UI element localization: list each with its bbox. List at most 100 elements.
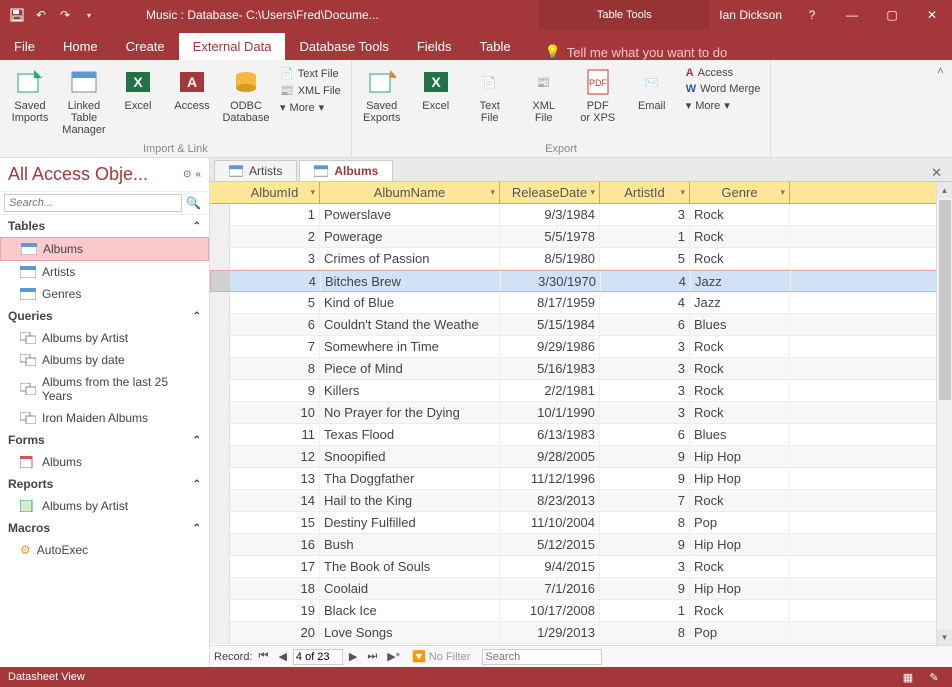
cell-albumname[interactable]: Snoopified	[320, 446, 500, 467]
cell-genre[interactable]: Hip Hop	[690, 446, 790, 467]
tab-home[interactable]: Home	[49, 33, 112, 60]
nav-item-form[interactable]: Albums	[0, 451, 209, 473]
search-icon[interactable]: 🔍	[182, 196, 205, 210]
cell-albumname[interactable]: The Book of Souls	[320, 556, 500, 577]
cell-albumname[interactable]: Couldn't Stand the Weathe	[320, 314, 500, 335]
nav-section-reports[interactable]: Reports⌃	[0, 473, 209, 495]
cell-artistid[interactable]: 9	[600, 468, 690, 489]
cell-artistid[interactable]: 9	[600, 534, 690, 555]
doctab-albums[interactable]: Albums	[299, 160, 393, 181]
cell-albumname[interactable]: Piece of Mind	[320, 358, 500, 379]
collapse-icon[interactable]: ⌃	[193, 523, 201, 534]
table-row[interactable]: 19 Black Ice 10/17/2008 1 Rock	[210, 600, 952, 622]
cell-releasedate[interactable]: 9/3/1984	[500, 204, 600, 225]
cell-artistid[interactable]: 9	[600, 446, 690, 467]
row-selector[interactable]	[210, 380, 230, 401]
row-selector[interactable]	[210, 512, 230, 533]
export-excel-button[interactable]: XExcel	[412, 64, 460, 112]
col-albumname[interactable]: AlbumName▾	[320, 182, 500, 203]
cell-genre[interactable]: Rock	[690, 248, 790, 269]
export-text-button[interactable]: 📄Text File	[466, 64, 514, 124]
cell-albumid[interactable]: 13	[230, 468, 320, 489]
scroll-thumb[interactable]	[939, 200, 951, 400]
row-selector[interactable]	[210, 336, 230, 357]
tell-me-search[interactable]: 💡Tell me what you want to do	[525, 44, 952, 60]
cell-albumid[interactable]: 19	[230, 600, 320, 621]
table-row[interactable]: 3 Crimes of Passion 8/5/1980 5 Rock	[210, 248, 952, 270]
nav-search-input[interactable]	[4, 194, 182, 212]
cell-releasedate[interactable]: 7/1/2016	[500, 578, 600, 599]
redo-icon[interactable]: ↷	[54, 4, 76, 26]
import-excel-button[interactable]: XExcel	[114, 64, 162, 112]
tab-table[interactable]: Table	[466, 33, 525, 60]
cell-artistid[interactable]: 3	[600, 556, 690, 577]
dropdown-icon[interactable]: ▾	[780, 187, 785, 198]
cell-genre[interactable]: Rock	[690, 358, 790, 379]
cell-albumid[interactable]: 20	[230, 622, 320, 643]
cell-albumname[interactable]: Black Ice	[320, 600, 500, 621]
cell-albumname[interactable]: Love Songs	[320, 622, 500, 643]
table-row[interactable]: 10 No Prayer for the Dying 10/1/1990 3 R…	[210, 402, 952, 424]
cell-genre[interactable]: Rock	[690, 402, 790, 423]
collapse-icon[interactable]: ⌃	[193, 221, 201, 232]
nav-collapse-icon[interactable]: «	[195, 169, 201, 180]
table-row[interactable]: 17 The Book of Souls 9/4/2015 3 Rock	[210, 556, 952, 578]
export-email-button[interactable]: ✉️Email	[628, 64, 676, 112]
cell-genre[interactable]: Blues	[690, 314, 790, 335]
col-artistid[interactable]: ArtistId▾	[600, 182, 690, 203]
cell-albumid[interactable]: 5	[230, 292, 320, 313]
datasheet-view-button[interactable]: ▦	[898, 671, 918, 684]
row-selector[interactable]	[210, 292, 230, 313]
cell-releasedate[interactable]: 5/12/2015	[500, 534, 600, 555]
user-name[interactable]: Ian Dickson	[709, 8, 792, 22]
nav-item-query[interactable]: Albums by Artist	[0, 327, 209, 349]
dropdown-icon[interactable]: ▾	[310, 187, 315, 198]
table-row[interactable]: 9 Killers 2/2/1981 3 Rock	[210, 380, 952, 402]
cell-genre[interactable]: Rock	[690, 380, 790, 401]
table-row[interactable]: 1 Powerslave 9/3/1984 3 Rock	[210, 204, 952, 226]
row-selector[interactable]	[210, 424, 230, 445]
export-pdf-button[interactable]: PDFPDF or XPS	[574, 64, 622, 124]
export-more-button[interactable]: ▾More ▾	[682, 98, 765, 113]
cell-artistid[interactable]: 5	[600, 248, 690, 269]
cell-albumname[interactable]: Coolaid	[320, 578, 500, 599]
first-record-button[interactable]: ⏮	[255, 650, 273, 663]
cell-genre[interactable]: Jazz	[690, 292, 790, 313]
table-row[interactable]: 4 Bitches Brew 3/30/1970 4 Jazz	[210, 270, 952, 292]
cell-genre[interactable]: Rock	[690, 556, 790, 577]
cell-releasedate[interactable]: 11/10/2004	[500, 512, 600, 533]
import-text-file-button[interactable]: 📄Text File	[276, 66, 345, 81]
cell-genre[interactable]: Rock	[690, 204, 790, 225]
cell-genre[interactable]: Rock	[690, 600, 790, 621]
cell-releasedate[interactable]: 2/2/1981	[500, 380, 600, 401]
row-selector[interactable]	[210, 446, 230, 467]
col-releasedate[interactable]: ReleaseDate▾	[500, 182, 600, 203]
odbc-database-button[interactable]: ODBC Database	[222, 64, 270, 124]
record-position-input[interactable]	[293, 649, 343, 665]
cell-artistid[interactable]: 1	[600, 226, 690, 247]
row-selector[interactable]	[210, 556, 230, 577]
table-row[interactable]: 20 Love Songs 1/29/2013 8 Pop	[210, 622, 952, 644]
cell-releasedate[interactable]: 8/17/1959	[500, 292, 600, 313]
cell-albumid[interactable]: 16	[230, 534, 320, 555]
vertical-scrollbar[interactable]: ▴ ▾	[936, 182, 952, 645]
nav-item-table[interactable]: Genres	[0, 283, 209, 305]
cell-albumname[interactable]: Tha Doggfather	[320, 468, 500, 489]
cell-releasedate[interactable]: 8/5/1980	[500, 248, 600, 269]
linked-table-manager-button[interactable]: Linked Table Manager	[60, 64, 108, 136]
doctab-artists[interactable]: Artists	[214, 160, 297, 181]
row-selector[interactable]	[210, 314, 230, 335]
nav-section-forms[interactable]: Forms⌃	[0, 429, 209, 451]
col-albumid[interactable]: AlbumId▾	[230, 182, 320, 203]
cell-albumname[interactable]: Killers	[320, 380, 500, 401]
nav-item-macro[interactable]: ⚙AutoExec	[0, 539, 209, 561]
scroll-down-icon[interactable]: ▾	[937, 629, 952, 645]
import-access-button[interactable]: AAccess	[168, 64, 216, 112]
help-button[interactable]: ?	[792, 0, 832, 30]
cell-artistid[interactable]: 7	[600, 490, 690, 511]
nav-item-query[interactable]: Albums from the last 25 Years	[0, 371, 209, 407]
cell-albumid[interactable]: 9	[230, 380, 320, 401]
cell-releasedate[interactable]: 3/30/1970	[501, 271, 601, 291]
nav-section-tables[interactable]: Tables⌃	[0, 215, 209, 237]
cell-artistid[interactable]: 9	[600, 578, 690, 599]
